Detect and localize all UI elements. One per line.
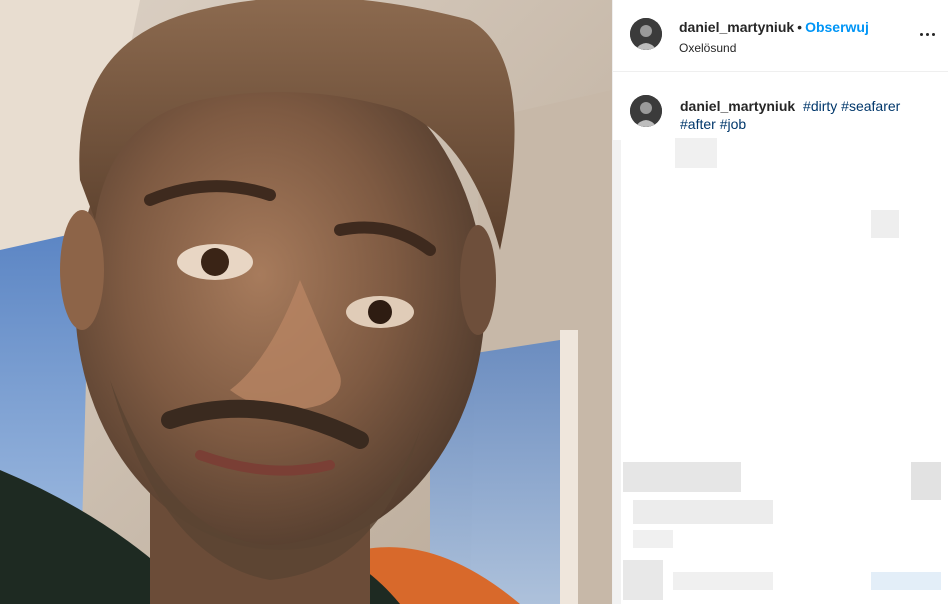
blurred-block	[633, 500, 773, 524]
post-photo[interactable]	[0, 0, 612, 604]
post-side-panel: daniel_martyniuk • Obserwuj Oxelösund dani…	[612, 0, 948, 604]
author-username[interactable]: daniel_martyniuk	[679, 19, 794, 35]
post-location[interactable]: Oxelösund	[679, 40, 869, 56]
blurred-block	[613, 140, 621, 604]
post-header: daniel_martyniuk • Obserwuj Oxelösund	[613, 0, 948, 72]
caption-username[interactable]: daniel_martyniuk	[680, 98, 795, 114]
hashtag-link[interactable]: #job	[720, 116, 746, 132]
blurred-block	[633, 530, 673, 548]
post-header-text: daniel_martyniuk • Obserwuj Oxelösund	[679, 19, 869, 56]
author-avatar[interactable]	[630, 18, 662, 50]
blurred-block	[675, 138, 717, 168]
blurred-block	[623, 462, 741, 492]
caption-text: daniel_martyniuk #dirty #seafarer #after…	[680, 97, 910, 133]
hashtag-link[interactable]: #after	[680, 116, 716, 132]
follow-button[interactable]: Obserwuj	[805, 19, 869, 35]
more-options-icon[interactable]	[915, 24, 939, 44]
blurred-block	[673, 572, 773, 590]
separator-dot: •	[797, 19, 803, 35]
caption-avatar[interactable]	[630, 95, 662, 127]
blurred-block	[871, 572, 941, 590]
selfie-image	[0, 0, 612, 604]
hashtag-link[interactable]: #dirty	[803, 98, 837, 114]
blurred-block	[871, 210, 899, 238]
blurred-block	[911, 462, 941, 500]
blurred-block	[623, 560, 663, 600]
hashtag-link[interactable]: #seafarer	[841, 98, 900, 114]
